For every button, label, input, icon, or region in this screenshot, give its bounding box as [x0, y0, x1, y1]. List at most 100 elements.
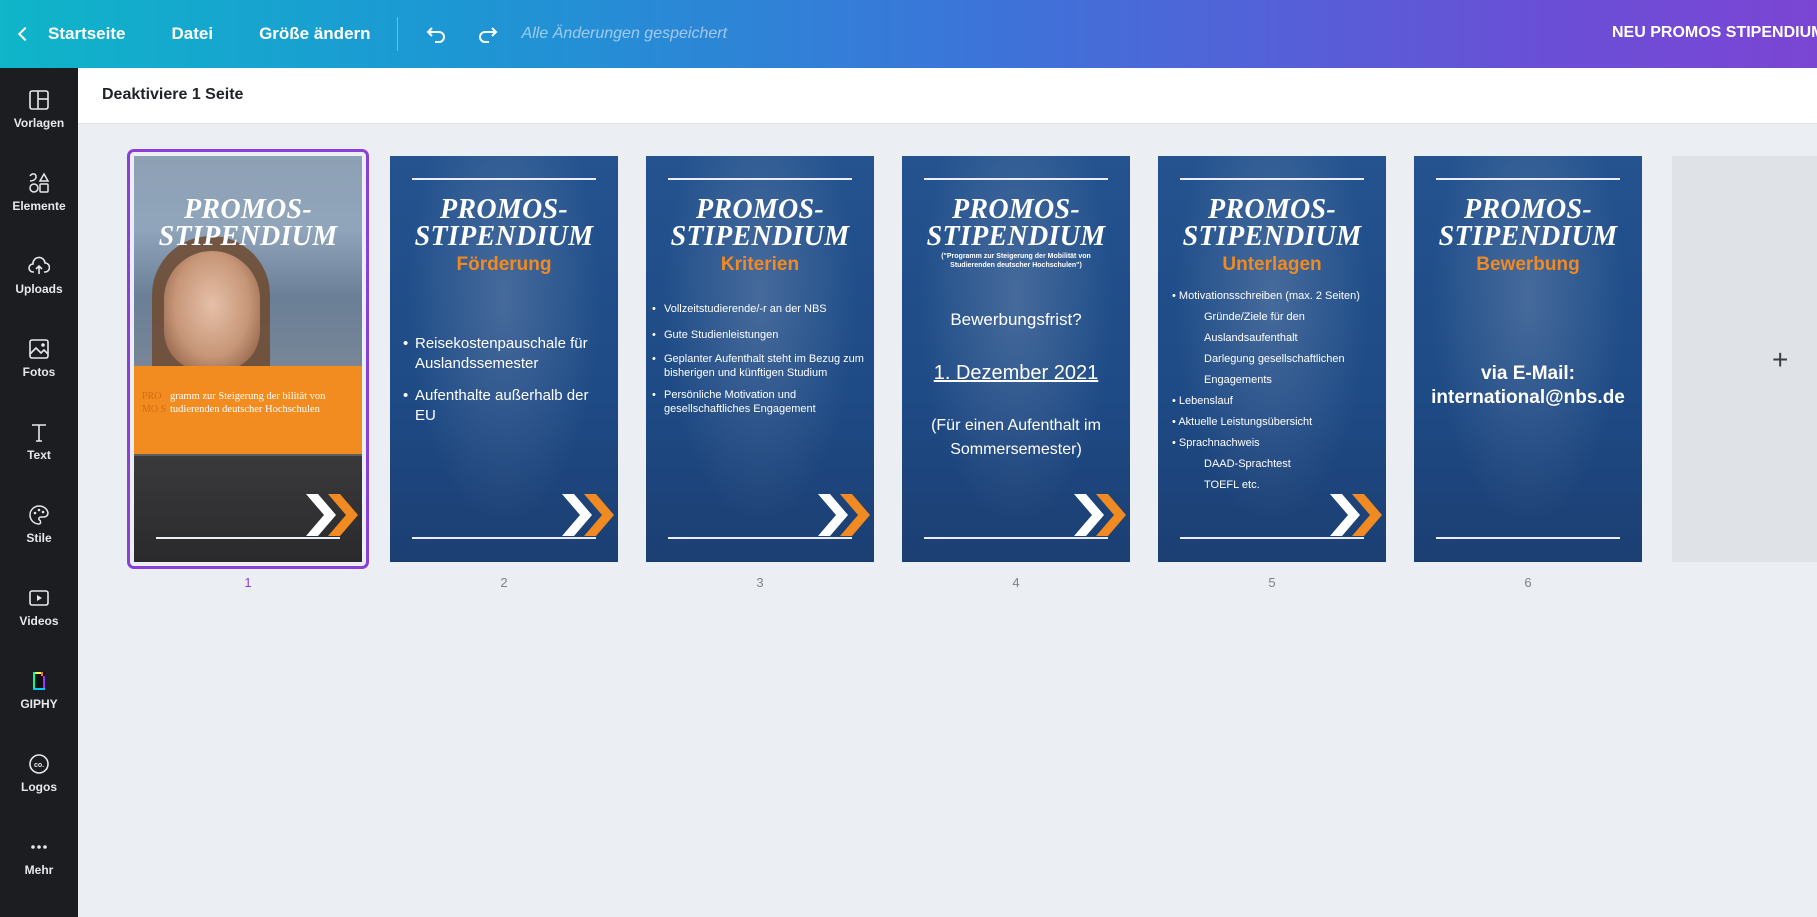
- list-item-text: Lebenslauf: [1178, 395, 1233, 407]
- double-chevron-icon: [306, 494, 358, 536]
- list-item-text: Aktuelle Leistungsübersicht: [1178, 416, 1313, 428]
- image-icon: [29, 338, 49, 359]
- list-item: Gute Studienleistungen: [652, 328, 868, 342]
- cloud-upload-icon: [28, 256, 50, 274]
- slide-title-line-2: STIPENDIUM: [1438, 221, 1618, 252]
- design-title[interactable]: NEU PROMOS STIPENDIUM: [1612, 24, 1817, 42]
- page-thumbnail-2[interactable]: PROMOS- STIPENDIUM Förderung Reisekosten…: [390, 156, 618, 562]
- sidebar-item-elemente[interactable]: Elemente: [0, 156, 78, 228]
- text-icon: [32, 423, 46, 442]
- sidebar-item-text[interactable]: Text: [0, 405, 78, 477]
- divider-line: [924, 178, 1108, 180]
- slide-note: (Für einen Aufenthalt im Sommersemester): [931, 417, 1101, 458]
- sidebar-item-label: Mehr: [24, 862, 54, 877]
- plus-icon: +: [1772, 344, 1789, 375]
- resize-button[interactable]: Größe ändern: [259, 24, 370, 44]
- slide-question: Bewerbungsfrist?: [950, 310, 1082, 329]
- add-page-button[interactable]: +: [1672, 156, 1817, 562]
- slide-title-line-1: PROMOS-: [951, 194, 1081, 225]
- double-chevron-icon: [818, 494, 870, 536]
- double-chevron-icon: [1330, 494, 1382, 536]
- slide-subtitle: Kriterien: [720, 254, 800, 275]
- double-chevron-icon: [1074, 494, 1126, 536]
- slide-title-line-2: STIPENDIUM: [926, 221, 1106, 252]
- slide-title: PROMOS- STIPENDIUM: [134, 194, 362, 251]
- sidebar-item-label: Stile: [26, 530, 52, 545]
- svg-text:co.: co.: [34, 762, 44, 769]
- slide-title-line-2: STIPENDIUM: [1182, 221, 1362, 252]
- bullet-list: Vollzeitstudierende/-r an der NBS Gute S…: [652, 302, 868, 416]
- contact-block: via E-Mail: international@nbs.de: [1414, 362, 1642, 410]
- sidebar-item-label: Uploads: [15, 281, 63, 296]
- layout-icon: [29, 89, 49, 110]
- list-item: • Aktuelle Leistungsübersicht: [1172, 416, 1313, 428]
- sidebar-item-videos[interactable]: Videos: [0, 571, 78, 643]
- slide-title: PROMOS- STIPENDIUM: [390, 194, 618, 252]
- list-subitem: Gründe/Ziele für den Auslandsaufenthalt: [1204, 311, 1305, 344]
- page-thumbnail-3[interactable]: PROMOS- STIPENDIUM Kriterien Vollzeitstu…: [646, 156, 874, 562]
- divider-line: [1436, 537, 1620, 539]
- list-subitem: Darlegung gesellschaftlichen Engagements: [1204, 353, 1345, 386]
- list-item: Aufenthalte außerhalb der EU: [403, 386, 605, 426]
- list-subitem: DAAD-Sprachtest: [1204, 458, 1291, 470]
- banner-fragment: PRO MO S: [142, 391, 167, 415]
- redo-icon[interactable]: [474, 20, 502, 48]
- divider-line: [1180, 178, 1364, 180]
- slide-title: PROMOS- STIPENDIUM: [1414, 196, 1642, 252]
- video-icon: [29, 589, 49, 606]
- file-menu[interactable]: Datei: [171, 24, 213, 44]
- divider-line: [412, 178, 596, 180]
- slide-subtitle: Förderung: [456, 254, 552, 275]
- slide-title-line-1: PROMOS-: [439, 194, 569, 225]
- slide-title-line-1: PROMOS-: [183, 194, 313, 225]
- sidebar-item-stile[interactable]: Stile: [0, 488, 78, 560]
- sidebar-item-logos[interactable]: co. Logos: [0, 737, 78, 809]
- hide-page-button[interactable]: Deaktiviere 1 Seite: [102, 86, 243, 104]
- slide-title-line-2: STIPENDIUM: [414, 221, 594, 252]
- sidebar-item-label: Elemente: [12, 198, 66, 213]
- slide-title: PROMOS- STIPENDIUM: [646, 194, 874, 251]
- sidebar-item-giphy[interactable]: GIPHY: [0, 654, 78, 726]
- slide-subtitle: Bewerbung: [1476, 254, 1580, 275]
- page-number: 6: [1524, 575, 1532, 590]
- list-item: • Motivationsschreiben (max. 2 Seiten): [1172, 290, 1360, 302]
- sidebar-item-label: GIPHY: [20, 696, 58, 711]
- page-number: 4: [1012, 575, 1020, 590]
- sidebar-item-mehr[interactable]: Mehr: [0, 820, 78, 892]
- contact-line-1: via E-Mail:: [1481, 363, 1575, 384]
- slide-title: PROMOS- STIPENDIUM: [1158, 194, 1386, 252]
- sidebar: Vorlagen Elemente Uploads Fotos Text Sti…: [0, 68, 78, 917]
- bullet-list: • Motivationsschreiben (max. 2 Seiten) G…: [1172, 286, 1378, 496]
- page-thumbnail-5[interactable]: PROMOS- STIPENDIUM Unterlagen • Motivati…: [1158, 156, 1386, 562]
- divider-line: [1436, 178, 1620, 180]
- undo-icon[interactable]: [422, 20, 450, 48]
- page-number: 1: [244, 575, 252, 590]
- home-button[interactable]: Startseite: [0, 24, 125, 44]
- slide-title: PROMOS- STIPENDIUM: [902, 194, 1130, 252]
- slide-date: 1. Dezember 2021: [933, 362, 1099, 384]
- sidebar-item-fotos[interactable]: Fotos: [0, 322, 78, 394]
- list-item: Persönliche Motivation und gesellschaftl…: [652, 388, 868, 416]
- page-thumbnail-6[interactable]: PROMOS- STIPENDIUM Bewerbung via E-Mail:…: [1414, 156, 1642, 562]
- list-item: Reisekostenpauschale für Auslandssemeste…: [403, 334, 605, 374]
- slide-title-line-1: PROMOS-: [1207, 194, 1337, 225]
- divider-line: [668, 178, 852, 180]
- page-thumbnail-1[interactable]: PROMOS- STIPENDIUM PRO MO S gramm zur St…: [134, 156, 362, 562]
- list-item: Vollzeitstudierende/-r an der NBS: [652, 302, 868, 316]
- page-thumbnail-4[interactable]: PROMOS- STIPENDIUM ("Programm zur Steige…: [902, 156, 1130, 562]
- list-item-text: Motivationsschreiben (max. 2 Seiten): [1178, 290, 1360, 302]
- list-item-text: Sprachnachweis: [1178, 437, 1260, 449]
- chevron-left-icon: [17, 26, 33, 42]
- page-number: 5: [1268, 575, 1276, 590]
- sidebar-item-label: Videos: [19, 613, 59, 628]
- sidebar-item-uploads[interactable]: Uploads: [0, 239, 78, 311]
- list-item: Geplanter Aufenthalt steht im Bezug zum …: [652, 352, 868, 380]
- bullet-list: Reisekostenpauschale für Auslandssemeste…: [403, 334, 605, 426]
- shapes-icon: [29, 171, 50, 193]
- slide-title-line-1: PROMOS-: [695, 194, 825, 225]
- sidebar-item-vorlagen[interactable]: Vorlagen: [0, 73, 78, 145]
- slide-subtitle: Unterlagen: [1222, 254, 1322, 275]
- more-icon: [31, 844, 47, 849]
- sidebar-item-label: Fotos: [22, 364, 56, 379]
- giphy-icon: [33, 671, 45, 690]
